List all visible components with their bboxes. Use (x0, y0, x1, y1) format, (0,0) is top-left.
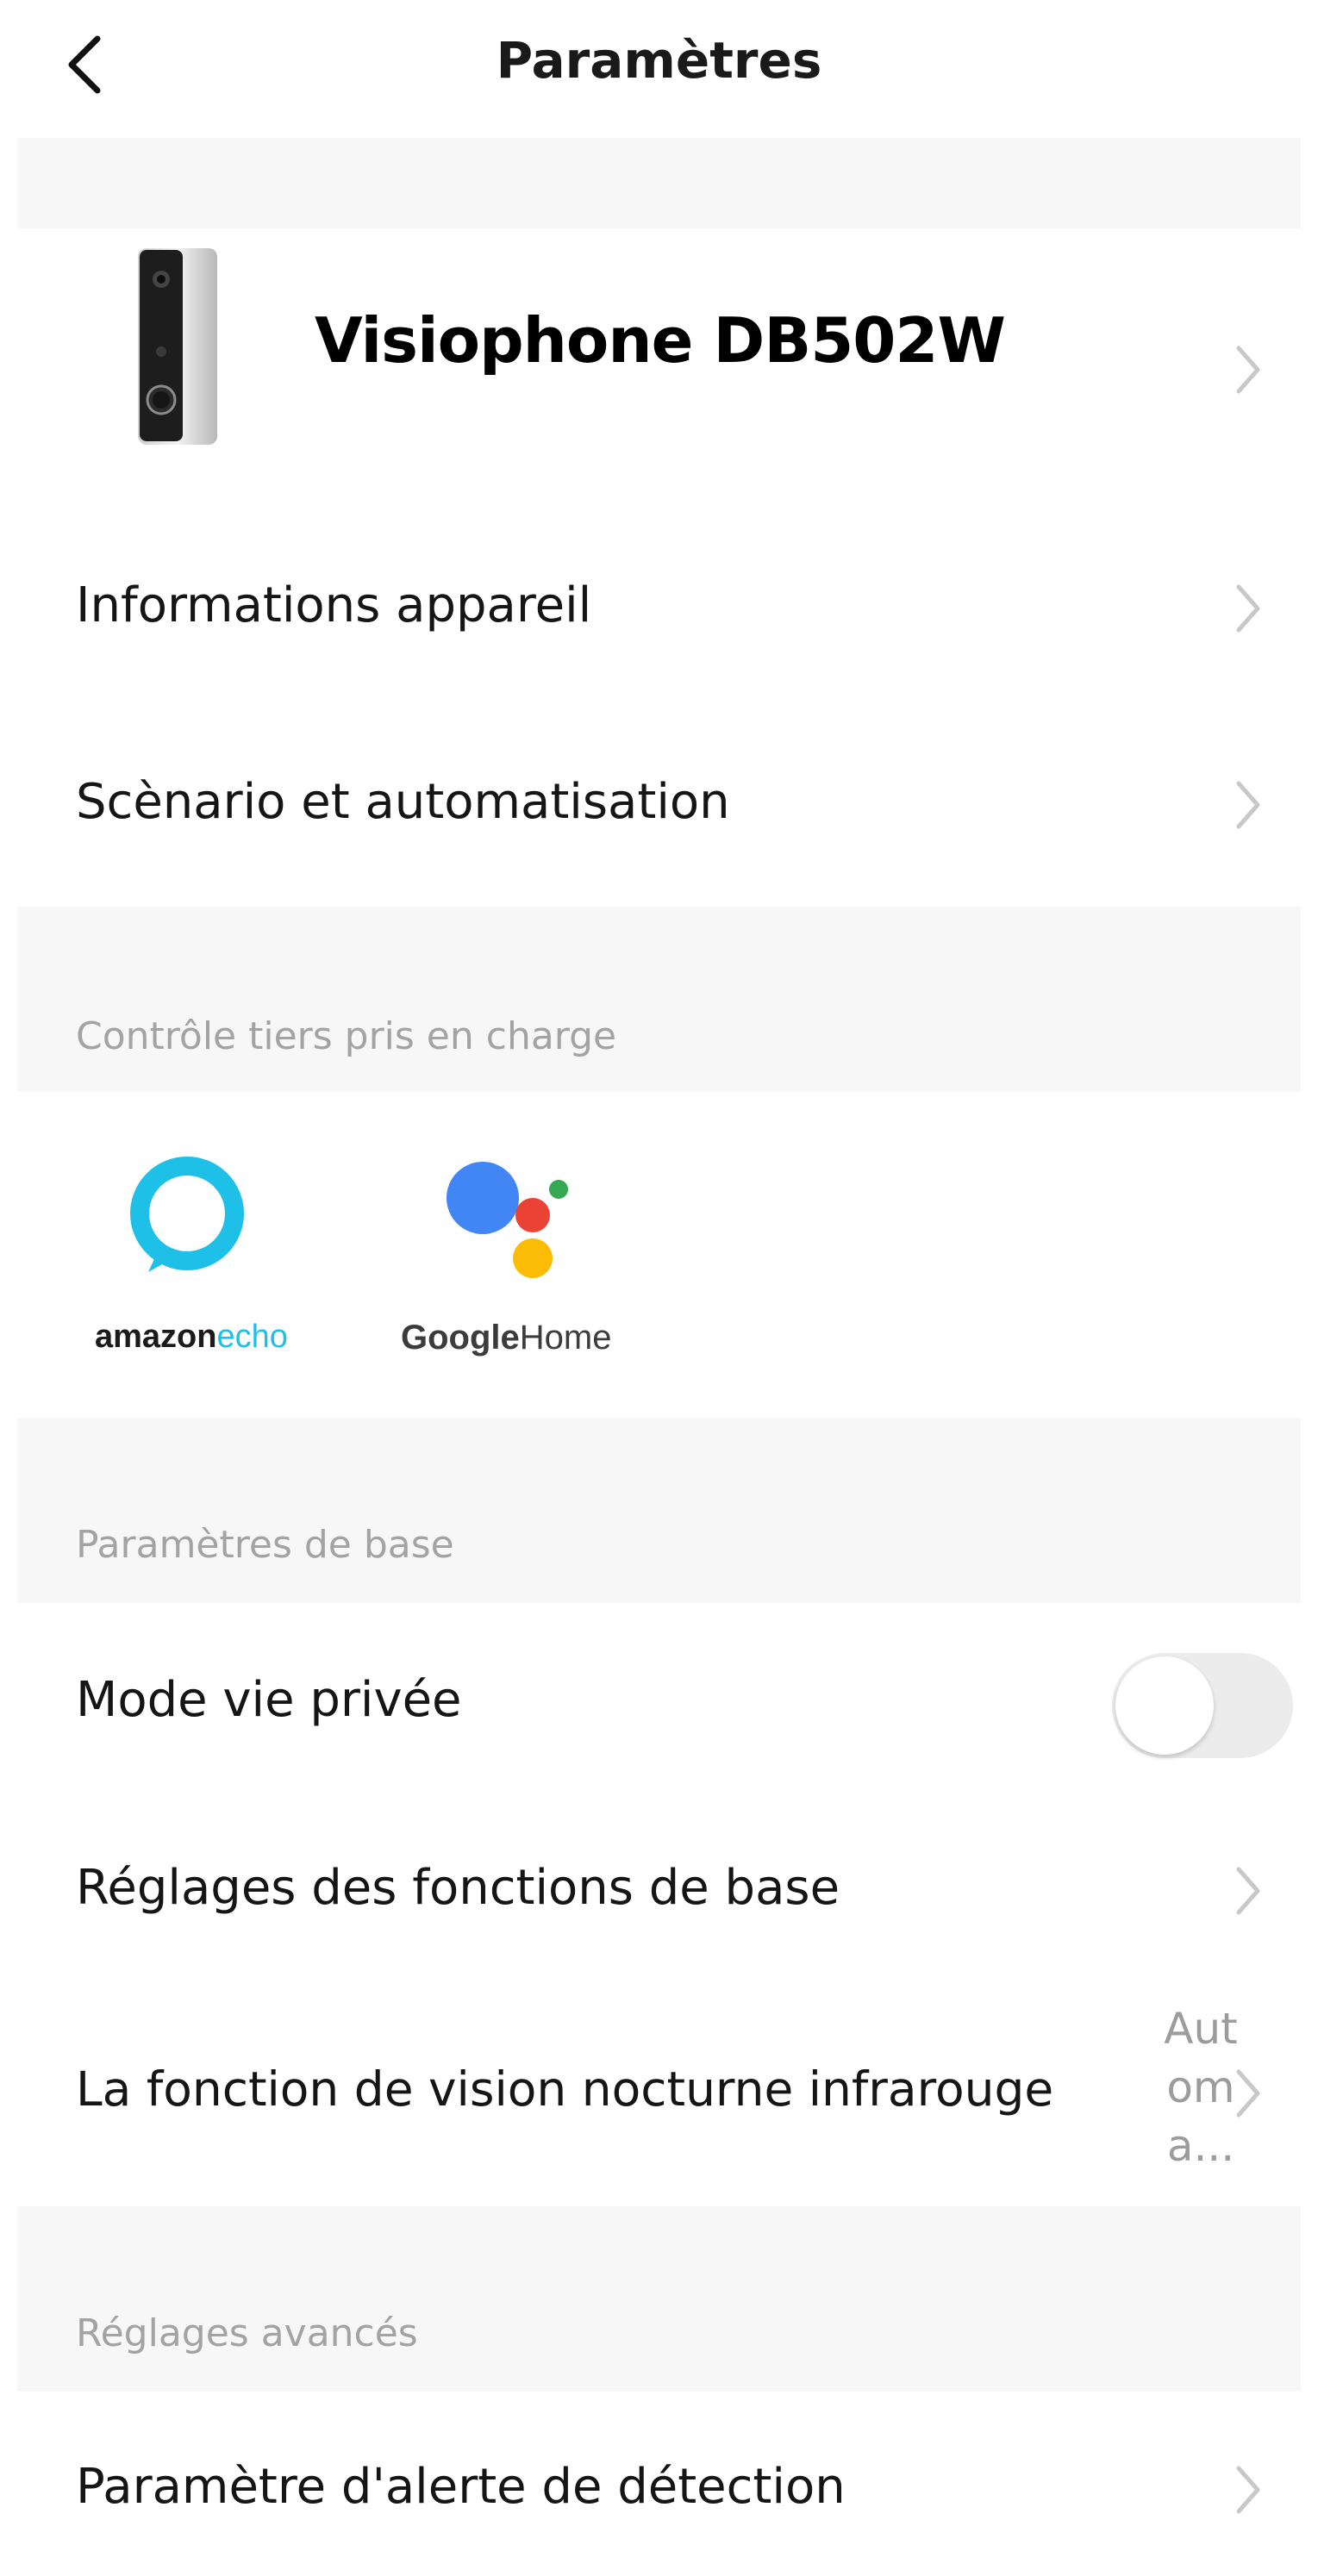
chevron-right-icon (1236, 346, 1260, 394)
menu-item-privacy-mode: Mode vie privée (17, 1637, 1301, 1775)
night-vision-value: Aut om a... (1164, 2004, 1238, 2171)
section-spacer (17, 138, 1301, 228)
header-bar: Paramètres (0, 0, 1318, 129)
alexa-ring-icon (130, 1157, 244, 1272)
home-word: Home (519, 1319, 612, 1357)
doorbell-device-image (138, 248, 217, 445)
toggle-knob (1115, 1656, 1214, 1755)
menu-item-night-vision[interactable]: La fonction de vision nocturne infraroug… (17, 1999, 1301, 2180)
amazon-echo-button[interactable]: amazonecho (78, 1146, 310, 1379)
google-assistant-dots-icon (447, 1162, 568, 1278)
chevron-right-icon (1236, 2069, 1260, 2118)
privacy-mode-toggle[interactable] (1112, 1653, 1293, 1758)
section-title: Réglages avancés (76, 2311, 418, 2355)
chevron-right-icon (1236, 584, 1260, 633)
google-word: Google (401, 1319, 520, 1357)
google-home-button[interactable]: GoogleHome (379, 1146, 655, 1379)
section-title: Contrôle tiers pris en charge (76, 1014, 617, 1058)
section-header-basic: Paramètres de base (17, 1418, 1301, 1603)
section-title: Paramètres de base (76, 1523, 454, 1567)
chevron-right-icon (1236, 1867, 1260, 1915)
page-title: Paramètres (496, 31, 822, 90)
menu-item-label: Informations appareil (76, 577, 592, 633)
echo-word: echo (216, 1319, 288, 1355)
section-header-advanced: Réglages avancés (17, 2206, 1301, 2392)
menu-item-scenario-automation[interactable]: Scènario et automatisation (17, 750, 1301, 862)
device-card[interactable]: Visiophone DB502W (17, 231, 1301, 507)
google-home-logo-text: GoogleHome (401, 1319, 611, 1357)
section-header-third-party: Contrôle tiers pris en charge (17, 907, 1301, 1092)
menu-item-detection-alert[interactable]: Paramètre d'alerte de détection (17, 2435, 1301, 2547)
menu-item-label: Réglages des fonctions de base (76, 1860, 840, 1916)
chevron-right-icon (1236, 2466, 1260, 2514)
menu-item-label: Scènario et automatisation (76, 774, 730, 830)
menu-item-label: Mode vie privée (76, 1672, 462, 1728)
chevron-right-icon (1236, 781, 1260, 829)
menu-item-label: Paramètre d'alerte de détection (76, 2459, 846, 2515)
menu-item-label: La fonction de vision nocturne infraroug… (76, 2061, 1054, 2117)
menu-item-device-info[interactable]: Informations appareil (17, 552, 1301, 664)
menu-item-basic-functions[interactable]: Réglages des fonctions de base (17, 1836, 1301, 1948)
device-name: Visiophone DB502W (315, 304, 1006, 377)
amazon-word: amazon (95, 1319, 217, 1355)
amazon-echo-logo-text: amazonecho (95, 1319, 288, 1356)
